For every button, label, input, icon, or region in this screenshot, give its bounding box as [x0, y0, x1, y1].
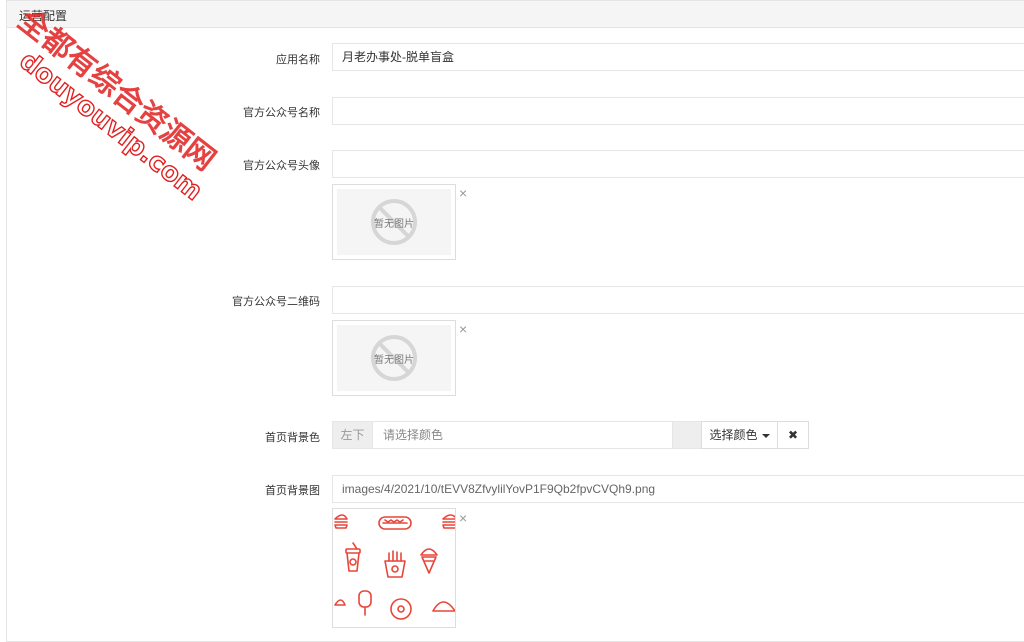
home-bg-color-label: 首页背景色 [265, 432, 320, 444]
home-bg-image-preview [332, 508, 456, 628]
qrcode-remove-icon[interactable]: × [459, 322, 467, 336]
official-avatar-input[interactable] [332, 150, 1024, 178]
pick-color-label: 选择颜色 [709, 428, 758, 442]
official-qrcode-label: 官方公众号二维码 [232, 296, 320, 308]
official-name-input[interactable] [332, 97, 1024, 125]
caret-down-icon [761, 433, 770, 438]
official-name-label: 官方公众号名称 [243, 107, 320, 119]
hotdog-icon [378, 516, 412, 530]
home-bg-image-input[interactable]: images/4/2021/10/tEVV8ZfvylilYovP1F9Qb2f… [332, 475, 1024, 503]
burger-icon [442, 514, 455, 529]
clear-color-button[interactable]: ✖ [777, 421, 809, 449]
color-input[interactable]: 请选择颜色 [372, 421, 673, 449]
panel-header: 运营配置 [7, 1, 1024, 28]
home-bg-image-label: 首页背景图 [265, 485, 320, 497]
popsicle-icon [358, 590, 372, 616]
qrcode-preview-placeholder: 暂无图片 [337, 325, 451, 391]
pick-color-button[interactable]: 选择颜色 [701, 421, 778, 449]
no-image-text: 暂无图片 [374, 219, 414, 230]
donut-icon [390, 598, 412, 620]
soda-icon [345, 542, 361, 572]
app-name-input[interactable]: 月老办事处-脱单盲盒 [332, 43, 1024, 71]
fries-icon [384, 550, 406, 578]
food-pattern-image [334, 514, 455, 620]
no-image-text: 暂无图片 [374, 355, 414, 366]
color-swatch [672, 421, 702, 449]
qrcode-preview: 暂无图片 [332, 320, 456, 396]
app-name-label: 应用名称 [276, 54, 320, 66]
color-position-addon: 左下 [332, 421, 373, 449]
ice-cream-icon [420, 548, 438, 574]
bg-image-remove-icon[interactable]: × [459, 511, 467, 525]
burger-icon [334, 514, 348, 529]
avatar-preview: 暂无图片 [332, 184, 456, 260]
pie-icon [334, 599, 346, 606]
avatar-remove-icon[interactable]: × [459, 186, 467, 200]
panel-title: 运营配置 [19, 9, 68, 23]
avatar-preview-placeholder: 暂无图片 [337, 189, 451, 255]
official-avatar-label: 官方公众号头像 [243, 160, 320, 172]
official-qrcode-input[interactable] [332, 286, 1024, 314]
taco-icon [432, 601, 455, 612]
